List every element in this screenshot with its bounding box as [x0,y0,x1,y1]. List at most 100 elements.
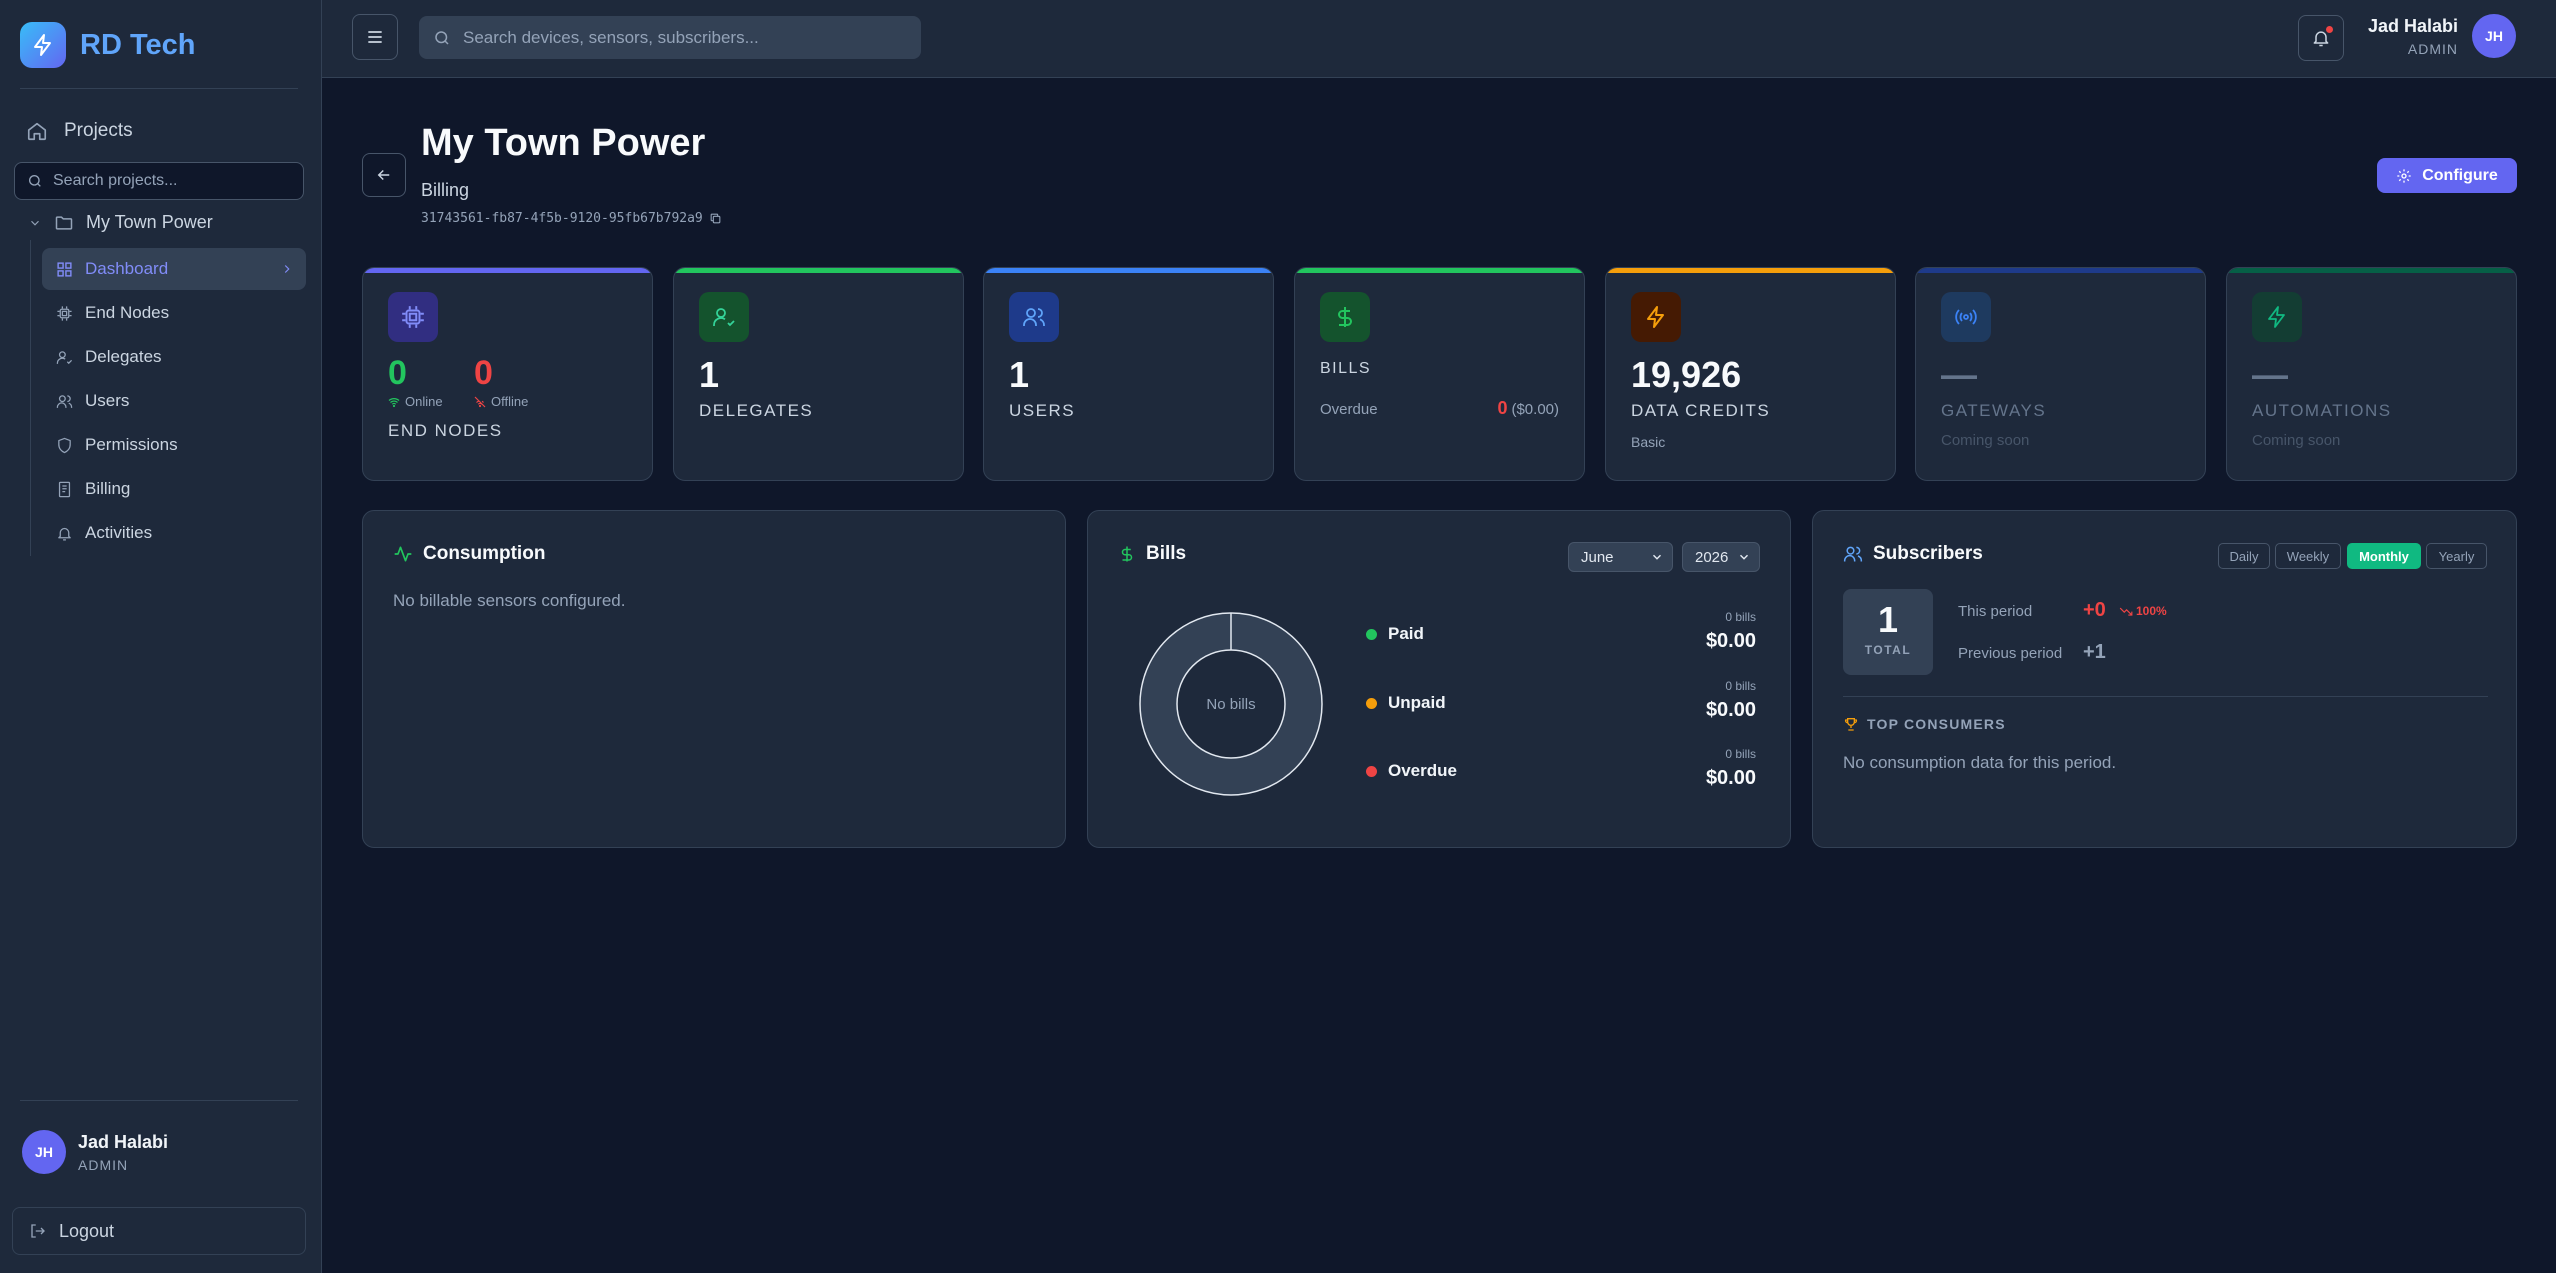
card-accent [984,268,1273,273]
stat-card-delegates[interactable]: 1 DELEGATES [673,267,964,481]
plan-name: Basic [1631,434,1666,450]
user-role: ADMIN [78,1156,129,1173]
sidebar-projects-label: Projects [64,120,133,141]
sidebar-item-label: Activities [85,523,153,542]
stat-label: USERS [1009,401,1076,420]
legend-amount: $0.00 [1705,699,1756,721]
global-search-input[interactable] [463,27,903,48]
lightning-icon [1631,292,1681,342]
sidebar-project[interactable]: My Town Power [28,212,213,233]
lightning-icon [20,22,66,68]
stat-card-automations: — AUTOMATIONS Coming soon [2226,267,2517,481]
stat-card-end-nodes[interactable]: 0 Online 0 Offline END NODES [362,267,653,481]
legend-overdue: Overdue 0 bills $0.00 [1366,747,1756,797]
configure-button[interactable]: Configure [2377,158,2517,193]
online-count: 0 [388,354,407,392]
project-search-input[interactable] [53,172,293,190]
project-search [14,162,304,200]
coming-soon-note: Coming soon [2252,432,2341,449]
legend-name: Overdue [1388,761,1457,780]
stat-label: DELEGATES [699,401,814,420]
total-box: 1 TOTAL [1843,589,1933,675]
stat-value: 1 [1009,354,1030,395]
consumption-empty: No billable sensors configured. [393,591,626,610]
logout-icon [31,1224,45,1238]
panel-title: Subscribers [1843,543,1983,565]
stat-label: DATA CREDITS [1631,401,1771,420]
period-daily[interactable]: Daily [2218,543,2270,569]
stat-card-data-credits[interactable]: 19,926 DATA CREDITS Basic [1605,267,1896,481]
users-icon [1843,546,1863,562]
dashboard-icon [57,261,72,277]
stat-card-bills[interactable]: BILLS Overdue 0 ($0.00) [1294,267,1585,481]
stat-card-users[interactable]: 1 USERS [983,267,1274,481]
month-select[interactable]: June [1568,542,1673,572]
bills-panel: Bills June 2026 No bills Paid 0 bills $0… [1087,510,1791,848]
this-period-value: +0 [2083,599,2106,621]
sidebar: RD Tech Projects My Town Power Dashboard… [0,0,322,1273]
sidebar-item-users[interactable]: Users [42,380,306,422]
period-monthly[interactable]: Monthly [2347,543,2421,569]
page-subtitle: Billing [421,180,470,200]
wifi-icon [388,397,400,407]
brand[interactable]: RD Tech [20,22,195,68]
notification-dot [2326,26,2333,33]
logout-button[interactable]: Logout [12,1207,306,1255]
period-yearly[interactable]: Yearly [2426,543,2487,569]
page-title: My Town Power [421,122,706,164]
divider [20,88,298,89]
stat-value: 1 [699,354,720,395]
sidebar-item-label: End Nodes [85,303,170,322]
year-select[interactable]: 2026 [1682,542,1760,572]
sidebar-item-permissions[interactable]: Permissions [42,424,306,466]
trending-down-icon [2119,607,2133,616]
total-label: TOTAL [1864,643,1912,657]
stat-value: 19,926 [1631,354,1742,395]
notifications-button[interactable] [2298,15,2344,61]
avatar[interactable]: JH [2472,14,2516,58]
overdue-label: Overdue [1320,401,1378,418]
sidebar-item-end-nodes[interactable]: End Nodes [42,292,306,334]
consumption-title: Consumption [423,543,546,564]
offline-label: Offline [491,394,529,409]
user-name: Jad Halabi [78,1131,169,1152]
online-label: Online [405,394,443,409]
dollar-icon [1121,546,1133,562]
card-accent [674,268,963,273]
topbar-user[interactable]: Jad Halabi ADMIN JH [2368,14,2516,58]
top-consumers-header: TOP CONSUMERS [1843,716,2006,732]
period-weekly[interactable]: Weekly [2275,543,2341,569]
sidebar-item-dashboard[interactable]: Dashboard [42,248,306,290]
sidebar-item-activities[interactable]: Activities [42,512,306,554]
activity-icon [394,546,412,562]
home-icon [27,122,47,141]
legend-amount: $0.00 [1705,630,1756,652]
topbar: Jad Halabi ADMIN JH [322,0,2556,78]
chevron-down-icon [1652,554,1662,560]
back-button[interactable] [362,153,406,197]
copy-icon[interactable] [709,212,722,225]
donut-center-text: No bills [1206,696,1255,713]
configure-label: Configure [2422,166,2498,184]
user-role: ADMIN [2407,40,2458,57]
stat-label: BILLS [1320,360,1372,377]
divider [20,1100,298,1101]
menu-button[interactable] [352,14,398,60]
legend-unpaid: Unpaid 0 bills $0.00 [1366,679,1756,729]
online-label-row: Online [388,394,443,409]
sidebar-projects-link[interactable]: Projects [26,120,133,142]
brand-name: RD Tech [80,28,196,61]
stat-value: — [2252,354,2288,395]
legend-paid: Paid 0 bills $0.00 [1366,610,1756,660]
shield-icon [58,437,71,453]
overdue-count: 0 [1497,398,1508,418]
gear-icon [2397,168,2411,183]
stat-label: GATEWAYS [1941,401,2047,420]
users-icon [1009,292,1059,342]
sidebar-item-delegates[interactable]: Delegates [42,336,306,378]
chip-icon [57,305,72,321]
chevron-down-icon[interactable] [28,216,42,230]
sidebar-item-billing[interactable]: Billing [42,468,306,510]
logout-label: Logout [59,1220,115,1241]
avatar[interactable]: JH [22,1130,66,1174]
